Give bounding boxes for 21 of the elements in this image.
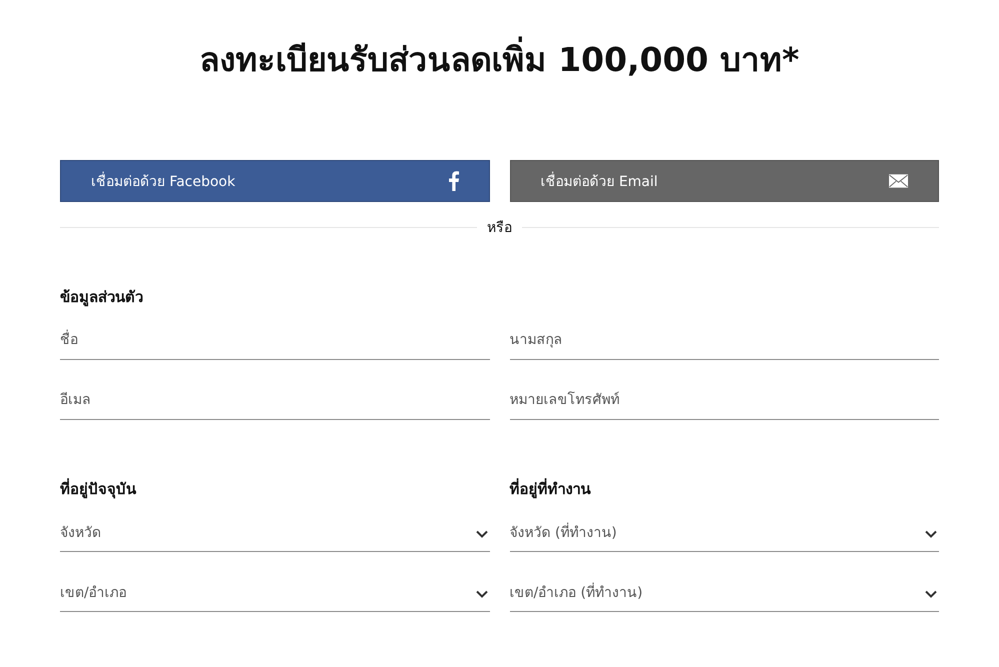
chevron-icon [476,590,488,598]
email-button[interactable]: เชื่อมต่อด้วย Email [510,160,939,202]
facebook-icon [448,171,458,191]
chevron-icon [925,590,937,598]
section-heading: ข้อมูลส่วนตัว [60,287,144,308]
select-field[interactable]: จังหวัด (ที่ทำงาน) [510,512,939,552]
divider-text: หรือ [487,219,512,238]
section-heading: ที่อยู่ปัจจุบัน [60,478,138,500]
select-field[interactable]: เขต/อำเภอ [60,572,490,612]
facebook-button[interactable]: เชื่อมต่อด้วย Facebook [60,160,490,202]
input-field[interactable]: อีเมล [60,380,490,420]
section-heading: ที่อยู่ที่ทำงาน [510,478,592,500]
envelope-icon [889,174,908,188]
input-field[interactable]: หมายเลขโทรศัพท์ [510,380,939,420]
select-field[interactable]: จังหวัด [60,512,490,552]
chevron-icon [476,530,488,538]
chevron-icon [925,530,937,538]
page-title: ลงทะเบียนรับส่วนลดเพิ่ม 100,000 บาท* [60,38,939,82]
input-field[interactable]: นามสกุล [510,320,939,360]
select-field[interactable]: เขต/อำเภอ (ที่ทำงาน) [510,572,939,612]
input-field[interactable]: ชื่อ [60,320,490,360]
